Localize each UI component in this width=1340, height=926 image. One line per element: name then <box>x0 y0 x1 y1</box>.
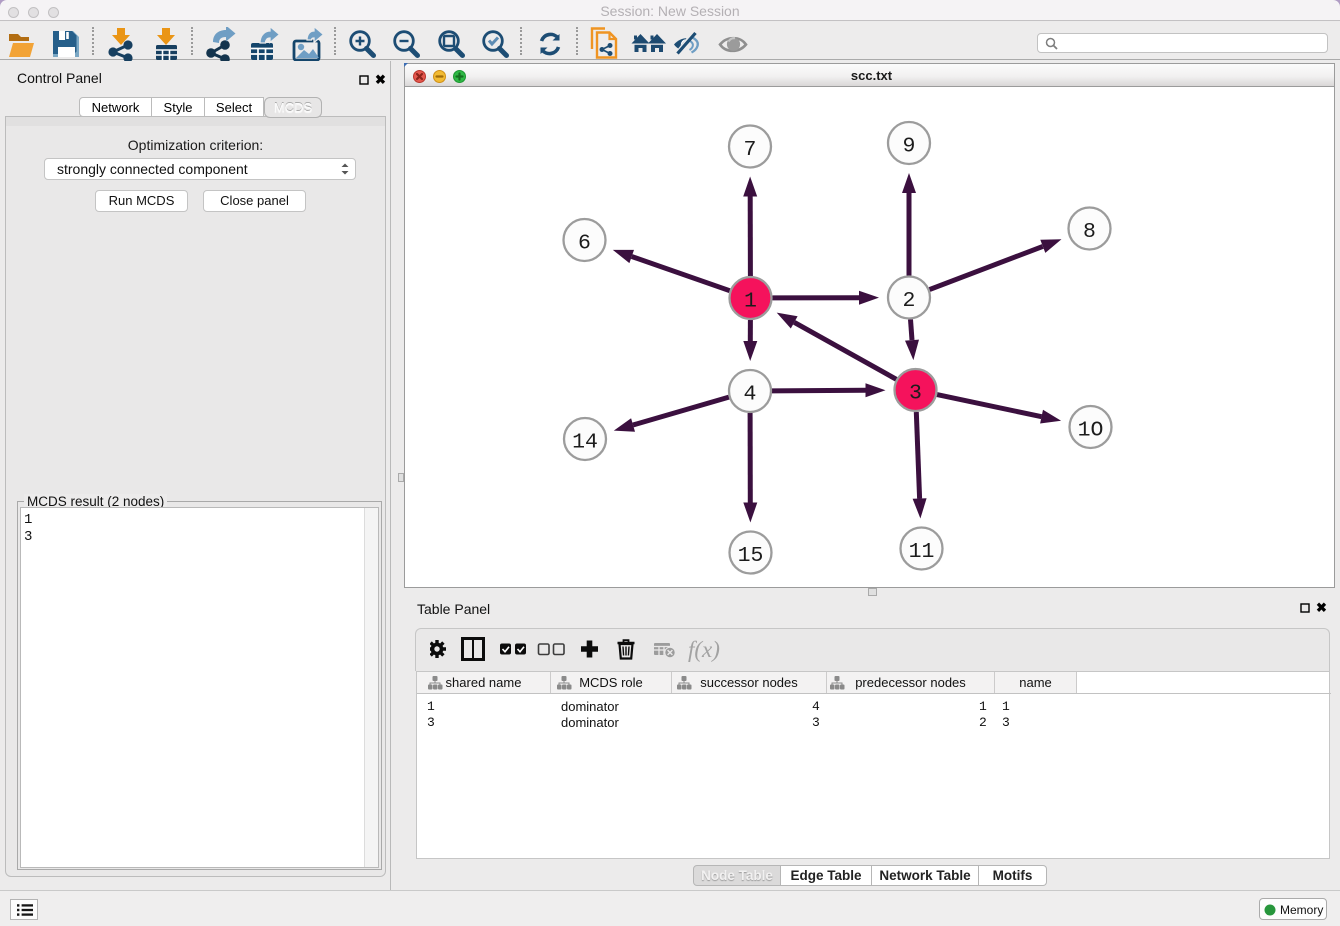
svg-text:f(x): f(x) <box>688 637 720 662</box>
svg-text:2: 2 <box>903 289 916 313</box>
svg-text:11: 11 <box>909 540 935 564</box>
svg-text:1: 1 <box>744 290 757 314</box>
svg-text:8: 8 <box>1083 220 1096 244</box>
svg-text:15: 15 <box>738 544 764 568</box>
svg-text:9: 9 <box>903 135 916 159</box>
svg-text:14: 14 <box>572 431 598 455</box>
svg-text:3: 3 <box>909 382 922 406</box>
svg-text:7: 7 <box>744 138 757 162</box>
svg-text:1O: 1O <box>1078 419 1104 443</box>
svg-text:4: 4 <box>744 383 757 407</box>
svg-text:6: 6 <box>578 232 591 256</box>
